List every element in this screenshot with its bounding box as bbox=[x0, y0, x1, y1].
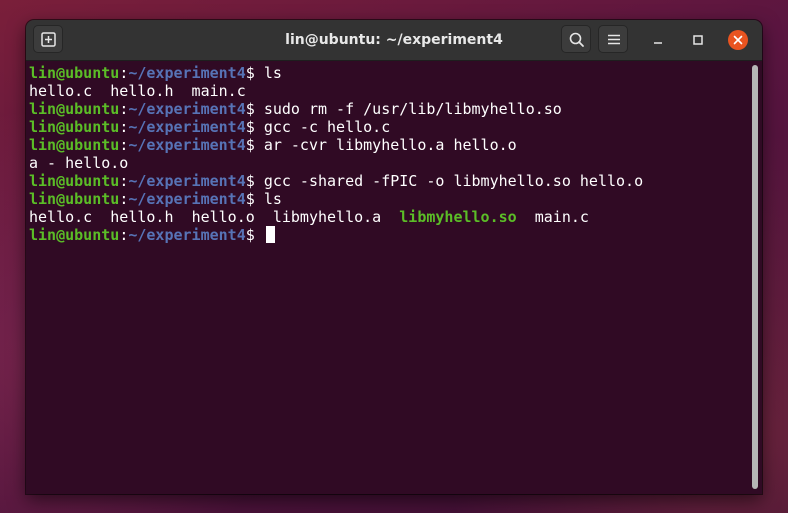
file-entry: libmyhello.a bbox=[272, 208, 382, 226]
command-text: gcc -c hello.c bbox=[263, 118, 391, 136]
prompt-user: lin@ubuntu bbox=[29, 190, 120, 208]
search-button[interactable] bbox=[561, 25, 591, 53]
terminal-prompt-line: lin@ubuntu:~/experiment4$ gcc -c hello.c bbox=[29, 118, 762, 136]
close-button[interactable] bbox=[726, 28, 750, 52]
file-entry: hello.o bbox=[191, 208, 255, 226]
prompt-separator: : bbox=[119, 118, 129, 136]
command-text: ar -cvr libmyhello.a hello.o bbox=[263, 136, 517, 154]
prompt-symbol: $ bbox=[245, 172, 264, 190]
terminal-window[interactable]: lin@ubuntu: ~/experiment4 lin@ubuntu:~/e… bbox=[26, 20, 762, 494]
prompt-separator: : bbox=[119, 100, 129, 118]
file-entry: libmyhello.so bbox=[399, 208, 517, 226]
terminal-output-line: hello.c hello.h main.c bbox=[29, 82, 762, 100]
file-entry: hello.h bbox=[110, 208, 174, 226]
command-text: ls bbox=[263, 64, 282, 82]
ls-output-line: hello.c hello.h hello.o libmyhello.a lib… bbox=[29, 208, 762, 226]
prompt-separator: : bbox=[119, 226, 129, 244]
prompt-path: ~/experiment4 bbox=[128, 226, 246, 244]
command-text: ls bbox=[263, 190, 282, 208]
prompt-symbol: $ bbox=[245, 118, 264, 136]
minimize-button[interactable] bbox=[646, 28, 670, 52]
prompt-user: lin@ubuntu bbox=[29, 226, 120, 244]
prompt-path: ~/experiment4 bbox=[128, 118, 246, 136]
prompt-user: lin@ubuntu bbox=[29, 100, 120, 118]
scrollbar[interactable] bbox=[752, 65, 758, 489]
maximize-button[interactable] bbox=[686, 28, 710, 52]
prompt-user: lin@ubuntu bbox=[29, 136, 120, 154]
prompt-separator: : bbox=[119, 190, 129, 208]
file-entry: main.c bbox=[534, 208, 589, 226]
prompt-symbol: $ bbox=[245, 226, 264, 244]
prompt-path: ~/experiment4 bbox=[128, 100, 246, 118]
prompt-user: lin@ubuntu bbox=[29, 64, 120, 82]
terminal-prompt-line: lin@ubuntu:~/experiment4$ ls bbox=[29, 190, 762, 208]
menu-button[interactable] bbox=[598, 25, 628, 53]
prompt-separator: : bbox=[119, 172, 129, 190]
prompt-symbol: $ bbox=[245, 136, 264, 154]
prompt-user: lin@ubuntu bbox=[29, 118, 120, 136]
title-bar[interactable]: lin@ubuntu: ~/experiment4 bbox=[26, 20, 762, 61]
prompt-path: ~/experiment4 bbox=[128, 172, 246, 190]
prompt-path: ~/experiment4 bbox=[128, 190, 246, 208]
prompt-path: ~/experiment4 bbox=[128, 64, 246, 82]
prompt-separator: : bbox=[119, 64, 129, 82]
terminal-output-line: a - hello.o bbox=[29, 154, 762, 172]
terminal-prompt-line: lin@ubuntu:~/experiment4$ gcc -shared -f… bbox=[29, 172, 762, 190]
output-text: hello.c hello.h main.c bbox=[29, 82, 246, 100]
prompt-symbol: $ bbox=[245, 100, 264, 118]
terminal-output[interactable]: lin@ubuntu:~/experiment4$ ls hello.c hell… bbox=[26, 61, 762, 494]
prompt-symbol: $ bbox=[245, 64, 264, 82]
terminal-prompt-line: lin@ubuntu:~/experiment4$ ar -cvr libmyh… bbox=[29, 136, 762, 154]
terminal-prompt-line: lin@ubuntu:~/experiment4$ sudo rm -f /us… bbox=[29, 100, 762, 118]
terminal-prompt-line: lin@ubuntu:~/experiment4$ bbox=[29, 226, 762, 244]
command-text: sudo rm -f /usr/lib/libmyhello.so bbox=[263, 100, 562, 118]
output-text: a - hello.o bbox=[29, 154, 129, 172]
text-cursor bbox=[265, 226, 275, 243]
prompt-user: lin@ubuntu bbox=[29, 172, 120, 190]
command-text: gcc -shared -fPIC -o libmyhello.so hello… bbox=[263, 172, 644, 190]
terminal-prompt-line: lin@ubuntu:~/experiment4$ ls bbox=[29, 64, 762, 82]
prompt-separator: : bbox=[119, 136, 129, 154]
prompt-path: ~/experiment4 bbox=[128, 136, 246, 154]
prompt-symbol: $ bbox=[245, 190, 264, 208]
file-entry: hello.c bbox=[29, 208, 93, 226]
